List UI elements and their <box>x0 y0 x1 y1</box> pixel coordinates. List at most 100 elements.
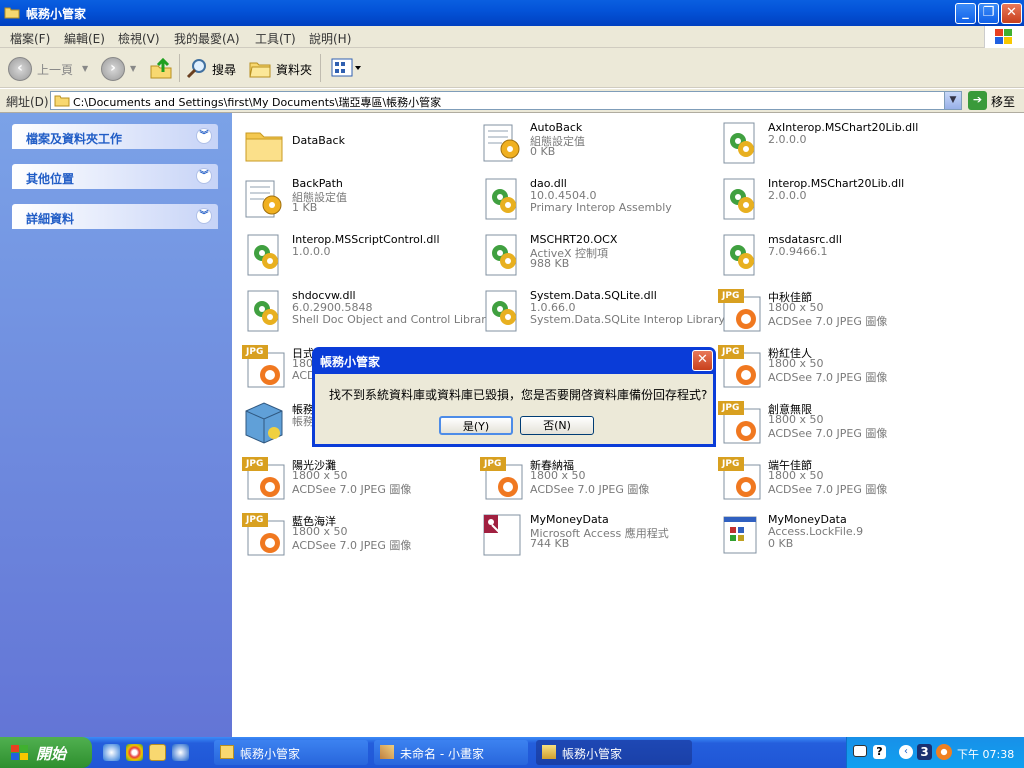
file-item[interactable]: Interop.MSScriptControl.dll 1.0.0.0 <box>236 229 472 281</box>
dialog-close-button[interactable]: ✕ <box>692 350 713 371</box>
file-item[interactable]: MSCHRT20.OCX ActiveX 控制項 988 KB <box>474 229 710 281</box>
file-item[interactable]: JPG 陽光沙灘 1800 x 50 ACDSee 7.0 JPEG 圖像 <box>236 453 472 505</box>
folders-icon[interactable] <box>249 57 271 79</box>
close-button[interactable]: ✕ <box>1001 3 1022 24</box>
app-file-icon[interactable] <box>240 399 288 447</box>
chevron-down-icon[interactable]: ︾ <box>196 208 212 224</box>
access-file-icon[interactable] <box>478 511 526 559</box>
config-file-icon[interactable] <box>478 119 526 167</box>
panel-details[interactable]: 詳細資料 ︾ <box>12 204 218 229</box>
panel-other-places[interactable]: 其他位置 ︾ <box>12 164 218 189</box>
chevron-down-icon[interactable]: ︾ <box>196 168 212 184</box>
taskbar-item-app[interactable]: 帳務小管家 <box>536 740 692 765</box>
address-input[interactable]: C:\Documents and Settings\first\My Docum… <box>50 91 962 110</box>
jpg-file-icon[interactable]: JPG <box>240 511 288 559</box>
file-item[interactable]: AxInterop.MSChart20Lib.dll 2.0.0.0 <box>712 117 948 169</box>
search-button-label[interactable]: 搜尋 <box>212 61 236 78</box>
maximize-button[interactable]: ❐ <box>978 3 999 24</box>
menu-edit[interactable]: 編輯(E) <box>64 30 105 47</box>
file-item[interactable]: AutoBack 組態設定值 0 KB <box>474 117 710 169</box>
dll-file-icon[interactable] <box>716 175 764 223</box>
file-item[interactable]: JPG 粉紅佳人 1800 x 50 ACDSee 7.0 JPEG 圖像 <box>712 341 948 393</box>
jpg-file-icon[interactable]: JPG <box>240 343 288 391</box>
menu-favorites[interactable]: 我的最愛(A) <box>174 30 240 47</box>
dll-file-icon[interactable] <box>716 231 764 279</box>
keyboard-icon[interactable] <box>853 745 867 757</box>
file-item[interactable]: DataBack <box>236 117 472 169</box>
task-label[interactable]: 帳務小管家 <box>240 745 300 762</box>
back-arrow-icon[interactable]: ‹ <box>8 57 32 81</box>
taskbar-item-explorer[interactable]: 帳務小管家 <box>214 740 368 765</box>
task-label[interactable]: 未命名 - 小畫家 <box>400 745 484 762</box>
file-item[interactable]: shdocvw.dll 6.0.2900.5848 Shell Doc Object… <box>236 285 492 337</box>
window-title-bar[interactable]: 帳務小管家 _ ❐ ✕ <box>0 0 1024 26</box>
chevron-down-icon[interactable]: ︾ <box>196 128 212 144</box>
media-player-icon[interactable] <box>126 744 143 761</box>
tray-app-icon[interactable] <box>936 744 952 760</box>
up-folder-icon[interactable] <box>149 56 173 80</box>
file-item[interactable]: JPG 藍色海洋 1800 x 50 ACDSee 7.0 JPEG 圖像 <box>236 509 472 561</box>
lock-file-icon[interactable] <box>716 511 764 559</box>
panel-title[interactable]: 詳細資料 <box>26 210 74 227</box>
start-label[interactable]: 開始 <box>36 743 66 764</box>
internet-explorer-icon[interactable] <box>103 744 120 761</box>
panel-file-folder-tasks[interactable]: 檔案及資料夾工作 ︾ <box>12 124 218 149</box>
start-button[interactable]: 開始 <box>0 737 92 768</box>
jpg-file-icon[interactable]: JPG <box>716 399 764 447</box>
task-label[interactable]: 帳務小管家 <box>562 745 622 762</box>
file-item[interactable]: JPG 中秋佳節 1800 x 50 ACDSee 7.0 JPEG 圖像 <box>712 285 948 337</box>
forward-dropdown-icon[interactable]: ▼ <box>130 64 136 73</box>
jpg-file-icon[interactable]: JPG <box>716 343 764 391</box>
tray-number-icon[interactable]: 3 <box>917 744 932 760</box>
folder-icon[interactable] <box>149 744 166 761</box>
dll-file-icon[interactable] <box>478 175 526 223</box>
dll-file-icon[interactable] <box>716 119 764 167</box>
menu-tools[interactable]: 工具(T) <box>255 30 296 47</box>
folders-button-label[interactable]: 資料夾 <box>276 61 312 78</box>
go-button-label[interactable]: 移至 <box>991 93 1015 110</box>
file-item[interactable]: JPG 新春納福 1800 x 50 ACDSee 7.0 JPEG 圖像 <box>474 453 710 505</box>
file-item[interactable]: JPG 端午佳節 1800 x 50 ACDSee 7.0 JPEG 圖像 <box>712 453 948 505</box>
minimize-button[interactable]: _ <box>955 3 976 24</box>
yes-button[interactable]: 是(Y) <box>439 416 513 435</box>
menu-help[interactable]: 說明(H) <box>309 30 351 47</box>
file-item[interactable]: MyMoneyData Access.LockFile.9 0 KB <box>712 509 948 561</box>
file-item[interactable]: BackPath 組態設定值 1 KB <box>236 173 472 225</box>
go-arrow-icon[interactable]: ➔ <box>968 91 987 110</box>
menu-view[interactable]: 檢視(V) <box>118 30 160 47</box>
file-item[interactable]: Interop.MSChart20Lib.dll 2.0.0.0 <box>712 173 948 225</box>
no-button[interactable]: 否(N) <box>520 416 594 435</box>
jpg-file-icon[interactable]: JPG <box>716 455 764 503</box>
chevron-left-icon[interactable]: ‹ <box>899 745 913 759</box>
dll-file-icon[interactable] <box>240 231 288 279</box>
panel-title[interactable]: 檔案及資料夾工作 <box>26 130 122 147</box>
browser-icon[interactable] <box>172 744 189 761</box>
menu-bar: 檔案(F) 編輯(E) 檢視(V) 我的最愛(A) 工具(T) 說明(H) <box>0 26 1024 48</box>
dll-file-icon[interactable] <box>478 231 526 279</box>
taskbar-item-paint[interactable]: 未命名 - 小畫家 <box>374 740 528 765</box>
jpg-file-icon[interactable]: JPG <box>716 287 764 335</box>
file-item[interactable]: msdatasrc.dll 7.0.9466.1 <box>712 229 948 281</box>
menu-file[interactable]: 檔案(F) <box>10 30 50 47</box>
file-item[interactable]: dao.dll 10.0.4504.0 Primary Interop Assemb… <box>474 173 710 225</box>
file-item[interactable]: JPG 創意無限 1800 x 50 ACDSee 7.0 JPEG 圖像 <box>712 397 948 449</box>
address-path[interactable]: C:\Documents and Settings\first\My Docum… <box>73 94 441 110</box>
views-icon[interactable] <box>331 58 361 78</box>
back-dropdown-icon[interactable]: ▼ <box>82 64 88 73</box>
go-button[interactable]: ➔ 移至 <box>968 91 1020 110</box>
file-name[interactable]: DataBack <box>292 134 345 147</box>
config-file-icon[interactable] <box>240 175 288 223</box>
jpg-file-icon[interactable]: JPG <box>478 455 526 503</box>
address-dropdown-icon[interactable]: ▼ <box>944 92 961 109</box>
folder-file-icon[interactable] <box>240 119 288 167</box>
file-item[interactable]: MyMoneyData Microsoft Access 應用程式 744 KB <box>474 509 710 561</box>
dll-file-icon[interactable] <box>478 287 526 335</box>
help-icon[interactable]: ? <box>873 745 886 759</box>
forward-arrow-icon[interactable]: › <box>101 57 125 81</box>
jpg-file-icon[interactable]: JPG <box>240 455 288 503</box>
dll-file-icon[interactable] <box>240 287 288 335</box>
file-item[interactable]: System.Data.SQLite.dll 1.0.66.0 System.Dat… <box>474 285 725 337</box>
search-icon[interactable] <box>186 57 208 79</box>
back-button-label[interactable]: 上一頁 <box>37 61 73 78</box>
panel-title[interactable]: 其他位置 <box>26 170 74 187</box>
